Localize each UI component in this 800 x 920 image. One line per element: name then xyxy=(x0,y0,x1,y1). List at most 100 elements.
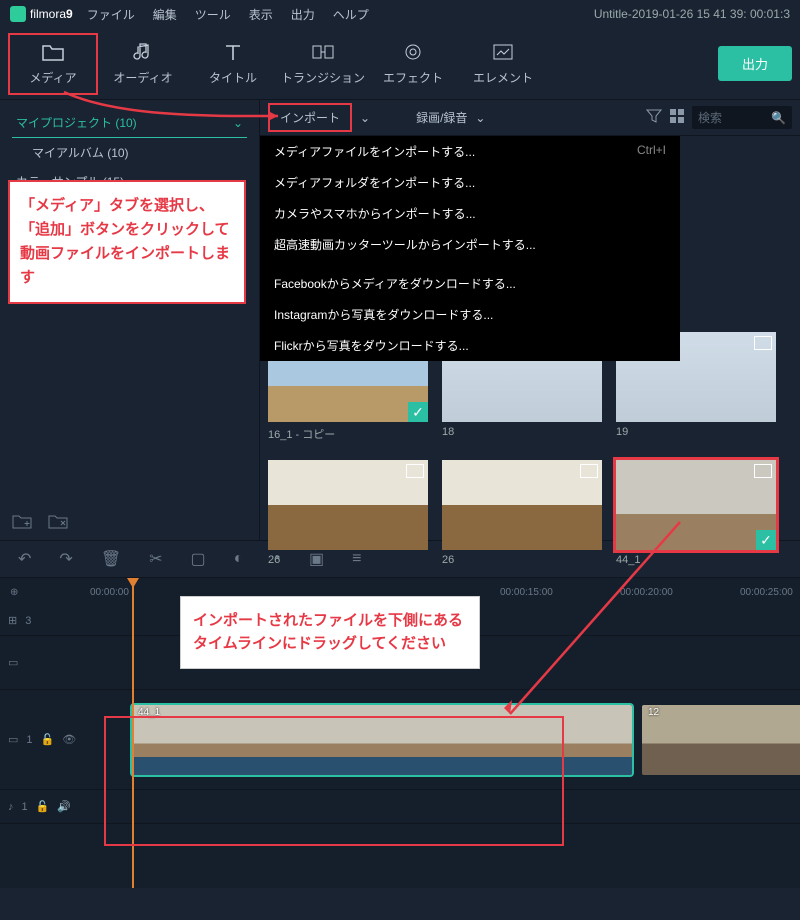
document-title: Untitle-2019-01-26 15 41 39: 00:01:3 xyxy=(594,7,790,21)
tabs-toolbar: メディア オーディオ タイトル トランジション エフェクト エレメント 出力 xyxy=(0,28,800,100)
ruler-tick: 00:00:15:00 xyxy=(500,587,553,598)
thumb-label: 16_1 - コピー xyxy=(268,422,428,446)
menu-edit[interactable]: 編集 xyxy=(153,6,177,23)
app-logo: filmora9 xyxy=(10,6,73,22)
thumb-label: 26 xyxy=(442,550,602,570)
video-track-icon: ▭ xyxy=(8,733,18,746)
track-number: 3 xyxy=(25,615,31,627)
track-number: 1 xyxy=(22,801,28,813)
media-thumb[interactable]: 26 xyxy=(268,460,428,570)
timeline-clip[interactable]: 44_1 xyxy=(132,705,632,775)
speed-icon[interactable]: ◐ xyxy=(234,550,244,568)
check-icon: ✓ xyxy=(756,530,776,550)
sidebar-label: マイプロジェクト (10) xyxy=(16,114,137,131)
add-folder-icon[interactable] xyxy=(12,513,32,532)
tab-audio[interactable]: オーディオ xyxy=(98,33,188,95)
tab-label: トランジション xyxy=(281,69,365,86)
menu-export[interactable]: 出力 xyxy=(291,6,315,23)
menu-bar: ファイル 編集 ツール 表示 出力 ヘルプ xyxy=(87,6,369,23)
visibility-icon[interactable]: 👁 xyxy=(62,733,76,746)
lock-icon[interactable]: 🔓 xyxy=(36,800,50,813)
sidebar-item-myproject[interactable]: マイプロジェクト (10) ⌄ xyxy=(12,108,247,138)
delete-icon[interactable]: 🗑 xyxy=(101,549,121,569)
tab-label: タイトル xyxy=(209,69,257,86)
track-number: 1 xyxy=(26,734,32,746)
download-facebook[interactable]: Facebookからメディアをダウンロードする... xyxy=(260,268,680,299)
check-icon: ✓ xyxy=(408,402,428,422)
video-badge-icon xyxy=(754,464,772,478)
menu-file[interactable]: ファイル xyxy=(87,6,135,23)
chevron-down-icon[interactable]: ⌄ xyxy=(360,111,370,125)
music-icon xyxy=(132,41,154,63)
speaker-icon[interactable]: 🔊 xyxy=(57,800,71,813)
media-grid: ✓ 16_1 - コピー 18 19 26 26 ✓ 44_1 xyxy=(260,324,800,578)
effect-icon xyxy=(402,41,424,63)
thumb-label: 19 xyxy=(616,422,776,442)
sidebar-item-myalbum[interactable]: マイアルバム (10) xyxy=(12,138,247,167)
menu-help[interactable]: ヘルプ xyxy=(333,6,369,23)
clip-label: 44_1 xyxy=(138,707,160,718)
record-button[interactable]: 録画/録音 xyxy=(416,109,467,126)
import-media-file[interactable]: メディアファイルをインポートする...Ctrl+I xyxy=(260,136,680,167)
search-icon: 🔍 xyxy=(771,111,786,125)
import-media-folder[interactable]: メディアフォルダをインポートする... xyxy=(260,167,680,198)
undo-icon[interactable]: ↶ xyxy=(18,549,31,569)
add-track-icon[interactable]: ⊕ xyxy=(10,587,18,598)
text-icon xyxy=(222,41,244,63)
tab-transition[interactable]: トランジション xyxy=(278,33,368,95)
import-dropdown: メディアファイルをインポートする...Ctrl+I メディアフォルダをインポート… xyxy=(260,136,680,361)
video-badge-icon xyxy=(406,464,424,478)
media-thumb-selected[interactable]: ✓ 44_1 xyxy=(616,460,776,570)
tab-label: メディア xyxy=(29,69,76,86)
tab-label: エレメント xyxy=(473,69,533,86)
chevron-down-icon: ⌄ xyxy=(233,116,243,130)
chevron-down-icon[interactable]: ⌄ xyxy=(475,111,485,125)
annotation-callout: 「メディア」タブを選択し、「追加」ボタンをクリックして動画ファイルをインポートし… xyxy=(8,180,246,304)
remove-folder-icon[interactable] xyxy=(48,513,68,532)
logo-icon xyxy=(10,6,26,22)
import-from-device[interactable]: カメラやスマホからインポートする... xyxy=(260,198,680,229)
redo-icon[interactable]: ↷ xyxy=(59,549,72,569)
search-input[interactable]: 検索 🔍 xyxy=(692,106,792,129)
thumb-label: 26 xyxy=(268,550,428,570)
annotation-callout: インポートされたファイルを下側にあるタイムラインにドラッグしてください xyxy=(180,596,480,669)
project-sidebar: マイプロジェクト (10) ⌄ マイアルバム (10) カラーサンプル (15)… xyxy=(0,100,260,540)
menu-tools[interactable]: ツール xyxy=(195,6,231,23)
tab-label: オーディオ xyxy=(113,69,172,86)
timeline: ⊕ 00:00:00 00:00:15:00 00:00:20:00 00:00… xyxy=(0,578,800,888)
download-instagram[interactable]: Instagramから写真をダウンロードする... xyxy=(260,299,680,330)
menu-view[interactable]: 表示 xyxy=(249,6,273,23)
import-button[interactable]: インポート xyxy=(268,103,352,132)
download-flickr[interactable]: Flickrから写真をダウンロードする... xyxy=(260,330,680,361)
search-placeholder: 検索 xyxy=(698,109,722,126)
cut-icon[interactable]: ✂ xyxy=(149,549,162,569)
video-badge-icon xyxy=(580,464,598,478)
media-panel: インポート ⌄ 録画/録音 ⌄ 検索 🔍 メディアファイルをインポートする...… xyxy=(260,100,800,540)
filter-icon[interactable] xyxy=(646,109,662,126)
audio-track-icon: ♪ xyxy=(8,801,14,813)
tab-effect[interactable]: エフェクト xyxy=(368,33,458,95)
grid-view-icon[interactable] xyxy=(670,109,684,126)
playhead[interactable] xyxy=(132,578,134,888)
crop-icon[interactable]: ▢ xyxy=(191,549,206,569)
title-bar: filmora9 ファイル 編集 ツール 表示 出力 ヘルプ Untitle-2… xyxy=(0,0,800,28)
import-from-cutter[interactable]: 超高速動画カッターツールからインポートする... xyxy=(260,229,680,260)
ruler-tick: 00:00:20:00 xyxy=(620,587,673,598)
ruler-tick: 00:00:25:00 xyxy=(740,587,793,598)
track-video-main: ▭ 1 🔓 👁 44_1 12 xyxy=(0,690,800,790)
ruler-tick: 00:00:00 xyxy=(90,587,129,598)
tab-title[interactable]: タイトル xyxy=(188,33,278,95)
thumb-label: 18 xyxy=(442,422,602,442)
media-thumb[interactable]: 26 xyxy=(442,460,602,570)
app-name: filmora9 xyxy=(30,7,73,21)
tab-media[interactable]: メディア xyxy=(8,33,98,95)
timeline-clip[interactable]: 12 xyxy=(642,705,800,775)
lock-icon[interactable]: 🔓 xyxy=(41,733,55,746)
clip-label: 12 xyxy=(648,707,659,718)
element-icon xyxy=(492,41,514,63)
video-track-icon: ▭ xyxy=(8,656,18,669)
folder-icon xyxy=(42,41,64,63)
text-track-icon: ⊞ xyxy=(8,614,17,627)
tab-element[interactable]: エレメント xyxy=(458,33,548,95)
export-button[interactable]: 出力 xyxy=(718,46,792,81)
